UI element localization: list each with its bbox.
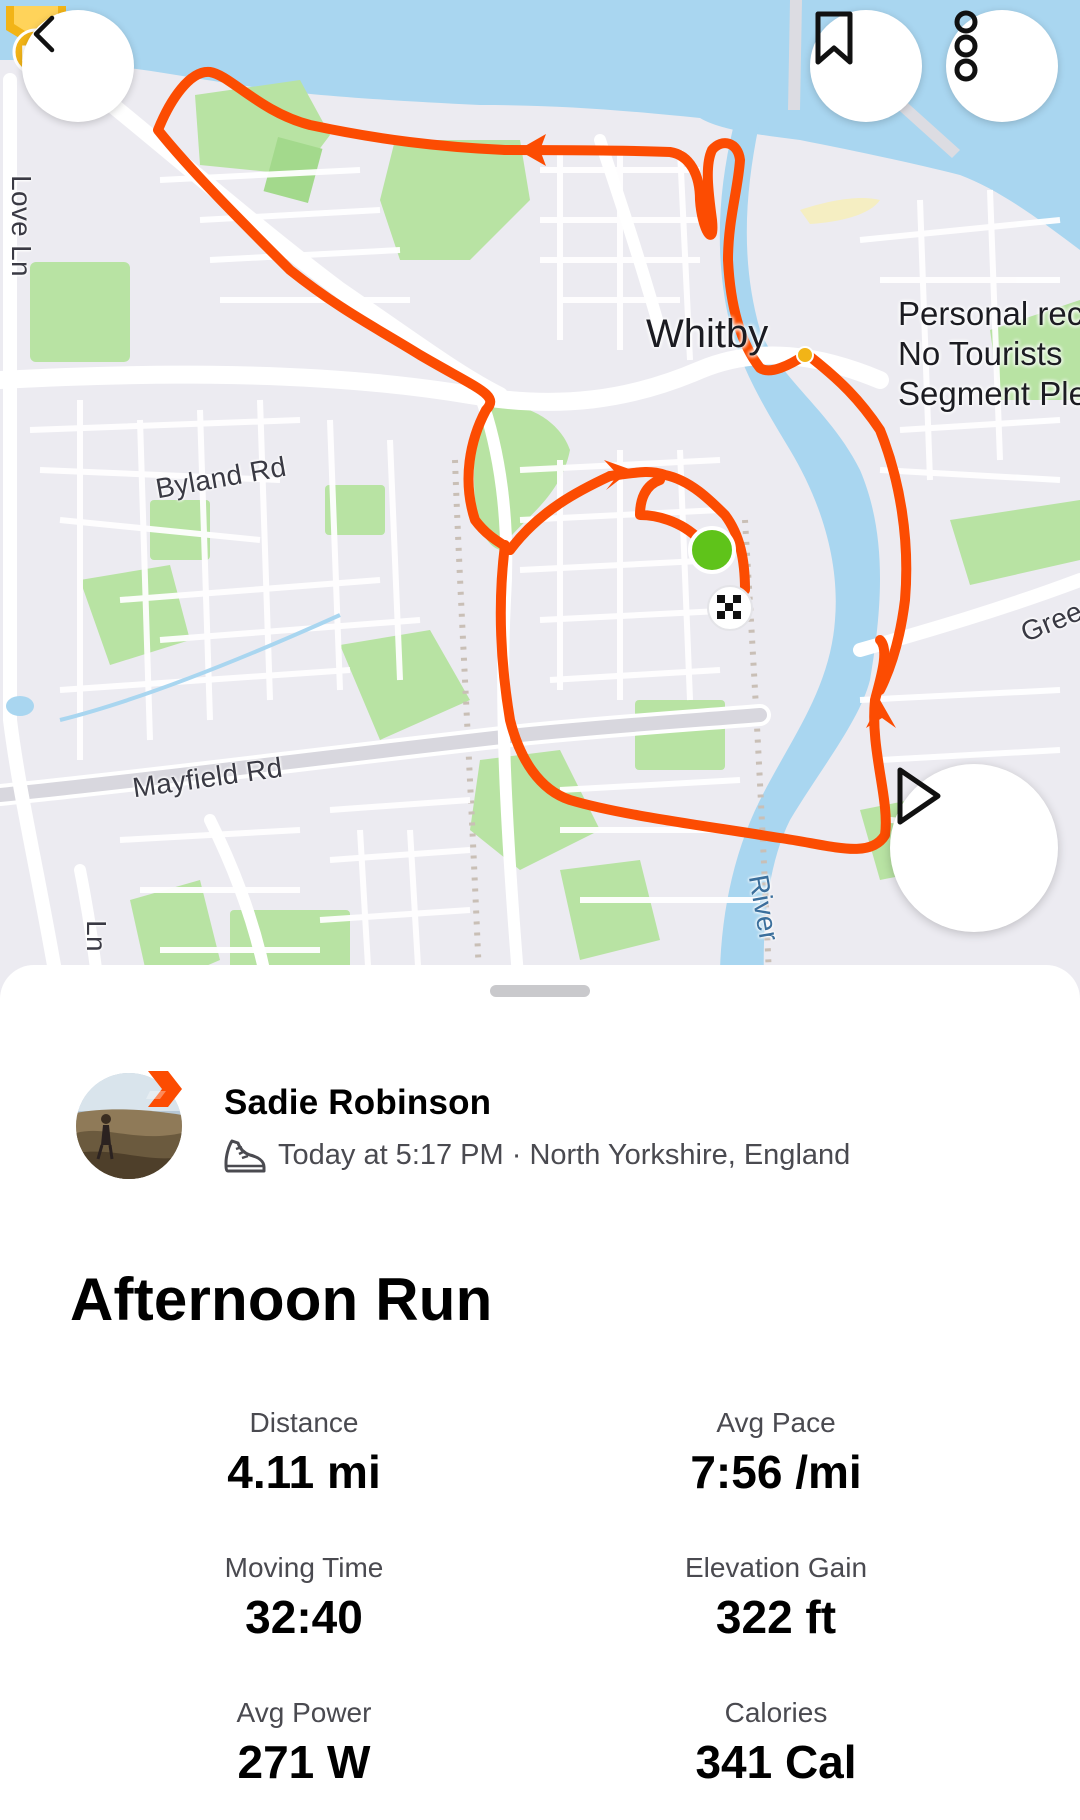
activity-date-location: Today at 5:17 PM · North Yorkshire, Engl… — [278, 1138, 851, 1171]
street-label-lane: Ln — [80, 920, 112, 952]
back-button[interactable] — [22, 10, 134, 122]
bookmark-icon — [815, 11, 853, 65]
stat-value: 322 ft — [715, 1591, 837, 1643]
more-options-button[interactable] — [946, 10, 1058, 122]
stat-calories: Calories 341 Cal — [576, 1695, 976, 1791]
street-label-love-ln: Love Ln — [5, 175, 37, 277]
sheet-drag-handle[interactable] — [490, 985, 590, 997]
pr-label-line-3: Segment Ple — [898, 375, 1080, 412]
stat-distance: Distance 4.11 mi — [104, 1405, 504, 1501]
stat-moving-time: Moving Time 32:40 — [104, 1550, 504, 1646]
activity-title[interactable]: Afternoon Run — [70, 1265, 493, 1334]
stat-label: Moving Time — [224, 1552, 384, 1583]
stat-avg-power: Avg Power 271 W — [104, 1695, 504, 1791]
pr-label-line-2: No Tourists — [898, 335, 1063, 372]
stat-avg-pace: Avg Pace 7:56 /mi — [576, 1405, 976, 1501]
subscriber-badge-icon — [146, 1071, 182, 1107]
finish-marker — [707, 585, 753, 631]
more-vertical-icon — [954, 10, 978, 82]
play-icon — [897, 767, 941, 825]
stat-label: Elevation Gain — [684, 1552, 868, 1583]
stat-label: Distance — [249, 1407, 359, 1438]
running-shoe-icon — [224, 1139, 266, 1173]
stat-value: 4.11 mi — [227, 1446, 381, 1498]
personal-record-label[interactable]: Personal rec No Tourists Segment Ple — [898, 294, 1080, 414]
athlete-name[interactable]: Sadie Robinson — [224, 1083, 491, 1123]
activity-meta: Today at 5:17 PM · North Yorkshire, Engl… — [222, 1135, 850, 1175]
town-label-whitby: Whitby — [646, 312, 769, 356]
start-marker — [688, 526, 736, 574]
stat-elevation-gain: Elevation Gain 322 ft — [576, 1550, 976, 1646]
stat-label: Avg Pace — [716, 1407, 836, 1438]
route-map[interactable]: Love Ln Byland Rd Mayfield Rd Gree River… — [0, 0, 1080, 1000]
stat-value: 341 Cal — [695, 1736, 857, 1788]
play-flyover-button[interactable] — [890, 764, 1058, 932]
stat-value: 32:40 — [245, 1591, 363, 1643]
stat-value: 7:56 /mi — [690, 1446, 862, 1498]
stat-label: Calories — [724, 1697, 828, 1728]
athlete-avatar[interactable] — [76, 1071, 182, 1179]
activity-detail-sheet: Sadie Robinson Today at 5:17 PM · North … — [0, 965, 1080, 1820]
save-route-button[interactable] — [810, 10, 922, 122]
stat-value: 271 W — [237, 1736, 371, 1788]
stat-label: Avg Power — [236, 1697, 372, 1728]
pr-label-line-1: Personal rec — [898, 295, 1080, 332]
chevron-left-icon — [33, 15, 55, 53]
